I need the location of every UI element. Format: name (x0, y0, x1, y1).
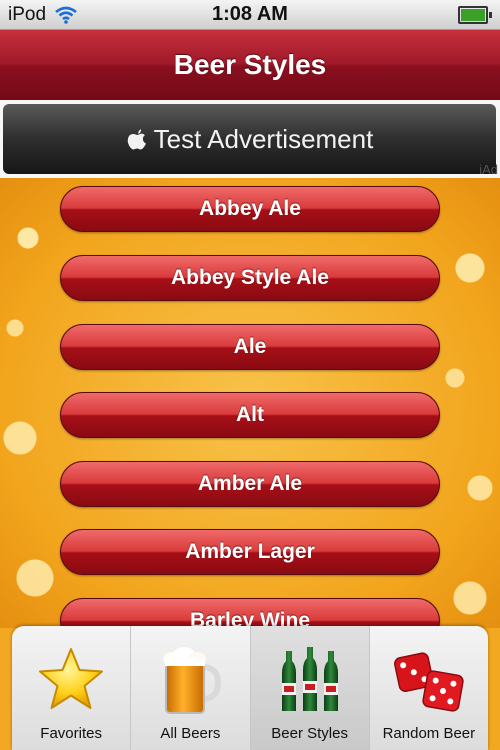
carrier-indicator: iPod (8, 4, 78, 26)
star-icon (39, 648, 104, 709)
beer-styles-list-view[interactable]: Abbey Ale Abbey Style Ale Ale Alt Amber … (0, 178, 500, 628)
navigation-bar: Beer Styles (0, 30, 500, 101)
battery-icon (458, 5, 492, 24)
style-button-ale[interactable]: Ale (60, 324, 440, 370)
tab-label: Beer Styles (271, 725, 348, 742)
tab-beer-styles[interactable]: Beer Styles (250, 626, 370, 750)
style-button-abbey-style-ale[interactable]: Abbey Style Ale (60, 255, 440, 301)
style-button-abbey-ale[interactable]: Abbey Ale (60, 186, 440, 232)
tab-random-beer[interactable]: Random Beer (370, 626, 488, 750)
wifi-icon (55, 6, 77, 24)
style-label: Abbey Ale (199, 197, 301, 220)
tab-bar: Favorites All Beers Beer Styles Random B… (12, 626, 488, 750)
tab-all-beers[interactable]: All Beers (131, 626, 251, 750)
ad-text: Test Advertisement (153, 123, 374, 154)
style-label: Abbey Style Ale (171, 266, 329, 289)
style-button-alt[interactable]: Alt (60, 392, 440, 438)
tab-label: All Beers (160, 725, 221, 742)
beer-bottles-icon (281, 647, 338, 711)
style-label: Ale (233, 335, 267, 358)
style-label: Amber Lager (185, 540, 315, 563)
tab-favorites[interactable]: Favorites (12, 626, 132, 750)
style-button-amber-ale[interactable]: Amber Ale (60, 461, 440, 507)
dice-icon (393, 652, 464, 712)
tab-label: Favorites (40, 725, 102, 742)
page-title: Beer Styles (173, 49, 327, 80)
style-label: Alt (236, 403, 264, 426)
status-bar: iPod 1:08 AM (0, 0, 500, 30)
carrier-label: iPod (8, 3, 47, 25)
tab-label: Random Beer (382, 725, 476, 742)
style-label: Amber Ale (197, 472, 303, 495)
style-button-amber-lager[interactable]: Amber Lager (60, 529, 440, 575)
style-button-barley-wine[interactable]: Barley Wine (60, 598, 440, 628)
apple-logo-icon (127, 129, 146, 150)
ad-banner[interactable]: Test Advertisement (3, 104, 496, 174)
iad-tag: iAd (479, 162, 498, 177)
beer-mug-icon (163, 647, 222, 714)
ad-banner-area: Test Advertisement iAd (0, 100, 500, 178)
